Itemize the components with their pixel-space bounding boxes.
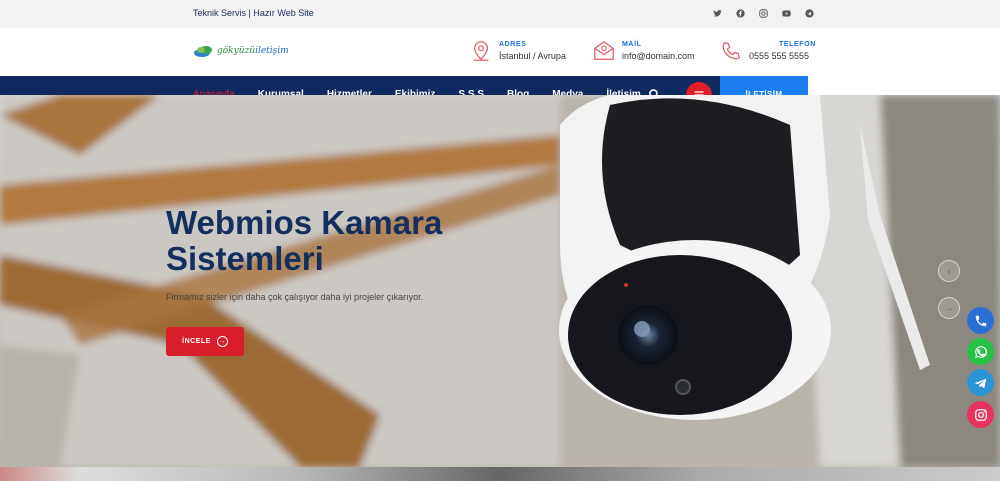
instagram-icon[interactable] bbox=[756, 6, 770, 20]
chevron-left-icon: ‹ bbox=[947, 265, 951, 277]
logo-text: gökyüzüiletişim bbox=[217, 46, 289, 56]
hero-cta-label: İNCELE bbox=[182, 338, 211, 345]
phone-label: TELEFON bbox=[779, 41, 816, 48]
address-label: ADRES bbox=[499, 41, 527, 48]
phone-value[interactable]: 0555 555 5555 bbox=[749, 51, 816, 61]
float-telegram-button[interactable] bbox=[967, 369, 994, 396]
whatsapp-icon bbox=[974, 345, 987, 358]
phone-info: TELEFON 0555 555 5555 bbox=[720, 40, 816, 62]
next-section-preview bbox=[0, 467, 1000, 481]
slider-next-button[interactable]: → bbox=[938, 297, 960, 319]
facebook-icon[interactable] bbox=[733, 6, 747, 20]
float-phone-button[interactable] bbox=[967, 307, 994, 334]
twitter-icon[interactable] bbox=[710, 6, 724, 20]
site-logo[interactable]: gökyüzüiletişim bbox=[193, 44, 289, 58]
logo-part-2: iletişim bbox=[255, 46, 289, 56]
phone-icon bbox=[722, 42, 740, 60]
hero-background-image bbox=[0, 95, 1000, 467]
arrow-right-icon: → bbox=[216, 336, 228, 347]
hero-slider: Webmios Kamara Sistemleri Firmamız sizle… bbox=[0, 95, 1000, 467]
slider-prev-button[interactable]: ‹ bbox=[938, 260, 960, 282]
hero-cta-button[interactable]: İNCELE → bbox=[166, 327, 244, 356]
site-header: gökyüzüiletişim ADRES İstanbul / Avrupa … bbox=[0, 28, 1000, 76]
mail-info: MAİL info@domain.com bbox=[593, 40, 695, 62]
address-value: İstanbul / Avrupa bbox=[499, 51, 566, 61]
mail-value[interactable]: info@domain.com bbox=[622, 51, 695, 61]
map-pin-icon bbox=[473, 41, 489, 61]
hero-subtitle: Firmamız sizler için daha çok çalışıyor … bbox=[166, 292, 424, 302]
float-whatsapp-button[interactable] bbox=[967, 338, 994, 365]
instagram-icon bbox=[974, 408, 987, 421]
social-links bbox=[710, 6, 816, 20]
arrow-right-icon: → bbox=[944, 302, 954, 314]
phone-icon bbox=[975, 315, 986, 326]
address-info: ADRES İstanbul / Avrupa bbox=[470, 40, 566, 62]
mail-label: MAİL bbox=[622, 41, 642, 48]
mail-icon bbox=[594, 41, 614, 60]
float-instagram-button[interactable] bbox=[967, 401, 994, 428]
logo-part-1: gökyüzü bbox=[217, 46, 256, 56]
youtube-icon[interactable] bbox=[779, 6, 793, 20]
top-tagline: Teknik Servis | Hazır Web Site bbox=[193, 8, 314, 18]
cloud-logo-icon bbox=[194, 46, 212, 57]
telegram-icon[interactable] bbox=[802, 6, 816, 20]
top-bar: Teknik Servis | Hazır Web Site bbox=[0, 0, 1000, 28]
telegram-icon bbox=[974, 378, 986, 388]
hero-title: Webmios Kamara Sistemleri bbox=[166, 204, 443, 277]
